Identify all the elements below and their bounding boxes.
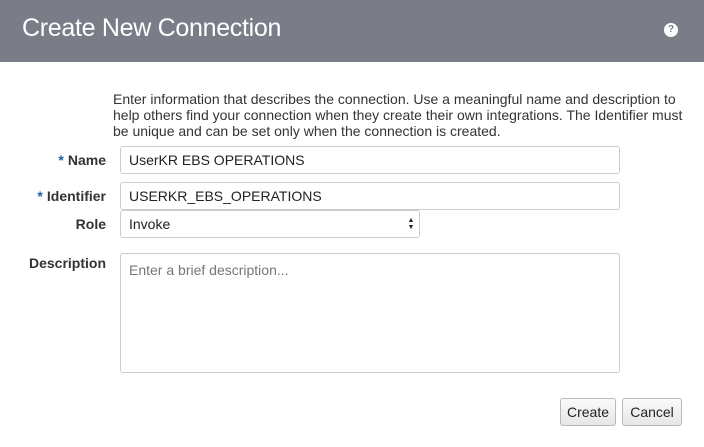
identifier-label-text: Identifier bbox=[46, 188, 106, 204]
description-textarea[interactable]: Enter a brief description... bbox=[120, 253, 620, 373]
dialog-title: Create New Connection bbox=[22, 14, 282, 42]
arrow-up-icon: ▲ bbox=[407, 217, 415, 224]
create-button[interactable]: Create bbox=[560, 398, 616, 426]
identifier-input[interactable]: USERKR_EBS_OPERATIONS bbox=[120, 182, 620, 210]
required-marker: * bbox=[58, 152, 64, 168]
name-label: * Name bbox=[58, 152, 106, 168]
role-select-value: Invoke bbox=[129, 216, 171, 232]
name-input[interactable]: UserKR EBS OPERATIONS bbox=[120, 146, 620, 174]
help-icon[interactable]: ? bbox=[664, 23, 678, 37]
cancel-button[interactable]: Cancel bbox=[622, 398, 682, 426]
required-marker: * bbox=[37, 188, 43, 204]
intro-text: Enter information that describes the con… bbox=[113, 91, 683, 139]
role-label: Role bbox=[75, 216, 106, 232]
dialog-header: Create New Connection ? bbox=[0, 0, 704, 62]
name-label-text: Name bbox=[67, 152, 106, 168]
select-arrows-icon: ▲ ▼ bbox=[407, 217, 415, 231]
description-label: Description bbox=[28, 255, 106, 271]
arrow-down-icon: ▼ bbox=[407, 224, 415, 231]
role-select[interactable]: Invoke ▲ ▼ bbox=[120, 210, 420, 238]
create-connection-dialog: Create New Connection ? Enter informatio… bbox=[0, 0, 704, 447]
identifier-label: * Identifier bbox=[37, 188, 106, 204]
